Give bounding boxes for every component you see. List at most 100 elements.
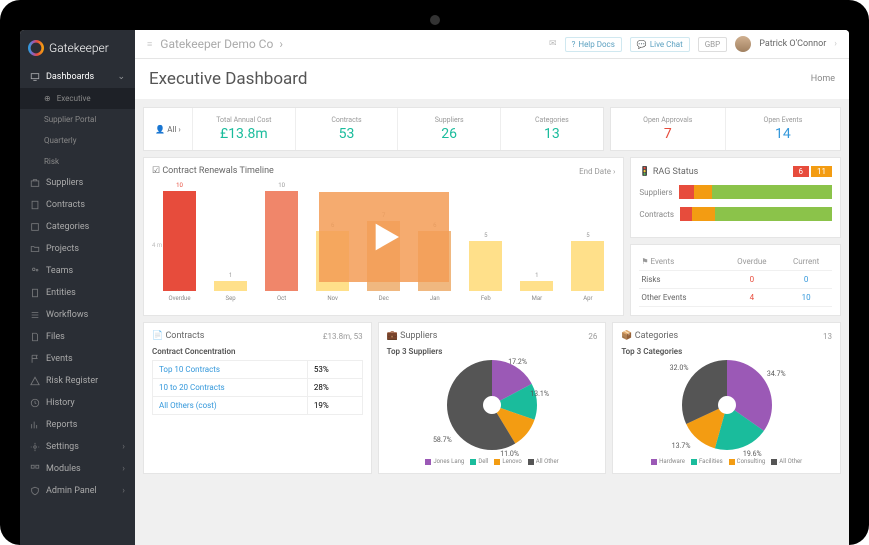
live-chat-button[interactable]: 💬Live Chat (630, 37, 690, 52)
user-icon: 👤 (155, 125, 165, 134)
nav-label: Projects (46, 244, 79, 254)
label: All Other (779, 458, 802, 465)
sidebar-item-executive[interactable]: ⊕Executive (20, 88, 135, 109)
sidebar-item-reports[interactable]: Reports (20, 414, 135, 436)
kpi-all-filter[interactable]: 👤 All › (144, 108, 192, 150)
sidebar-item-contracts[interactable]: Contracts (20, 194, 135, 216)
value: 53 (300, 126, 394, 142)
kpi-events[interactable]: Open Events14 (725, 108, 840, 150)
sidebar-item-risk-register[interactable]: Risk Register (20, 370, 135, 392)
workflow-icon (30, 310, 40, 320)
pie-svg (682, 360, 772, 450)
subtitle: Contract Concentration (152, 347, 363, 356)
chevron-right-icon: › (122, 442, 125, 452)
currency-selector[interactable]: GBP (698, 37, 727, 52)
sidebar-item-categories[interactable]: Categories (20, 216, 135, 238)
sidebar-item-supplier-portal[interactable]: Supplier Portal (20, 109, 135, 130)
sidebar-item-modules[interactable]: Modules› (20, 458, 135, 480)
document-icon: 📄 (152, 331, 163, 341)
table-row[interactable]: Top 10 Contracts53% (153, 361, 363, 379)
user-name[interactable]: Patrick O'Connor (759, 39, 826, 49)
mail-icon[interactable]: ✉ (549, 39, 557, 49)
chevron-right-icon: › (279, 37, 283, 51)
cell: Other Events (639, 289, 723, 307)
cell: 10 (780, 289, 832, 307)
chat-icon: 💬 (637, 40, 647, 49)
sidebar-item-settings[interactable]: Settings › (20, 436, 135, 458)
menu-icon[interactable]: ≡ (147, 39, 152, 50)
cell: 53% (307, 361, 362, 379)
nav-label: Categories (46, 222, 89, 232)
label: Categories (635, 331, 678, 341)
sidebar-item-dashboards[interactable]: Dashboards⌄ (20, 66, 135, 88)
y-tick: 4 m (152, 242, 162, 249)
rag-badges: 611 (793, 166, 833, 177)
help-docs-button[interactable]: ?Help Docs (565, 37, 622, 52)
table-row[interactable]: All Others (cost)19% (153, 397, 363, 415)
breadcrumb[interactable]: Gatekeeper Demo Co › (160, 37, 283, 51)
cell: 10 to 20 Contracts (153, 379, 308, 397)
pie-label: 58.7% (433, 436, 452, 444)
label: Contracts (639, 210, 674, 219)
chevron-right-icon: › (178, 125, 180, 134)
home-link[interactable]: Home (811, 74, 835, 84)
nav-label: Settings (46, 442, 79, 452)
kpi-categories[interactable]: Categories13 (500, 108, 603, 150)
pie-label: 34.7% (767, 370, 786, 378)
label: Contracts (165, 331, 204, 341)
col-current: Current (780, 253, 832, 271)
sidebar-item-teams[interactable]: Teams (20, 260, 135, 282)
pie: 34.7% 19.6% 13.7% 32.0% (682, 360, 772, 454)
label: End Date (579, 167, 611, 176)
table-row[interactable]: 10 to 20 Contracts28% (153, 379, 363, 397)
panel-title: 💼 Suppliers (387, 331, 438, 341)
page-title: Executive Dashboard (149, 69, 308, 89)
breadcrumb-company: Gatekeeper Demo Co (160, 37, 273, 51)
rag-column: 🚦 RAG Status611 Suppliers Contracts ⚑ Ev… (630, 157, 841, 316)
avatar[interactable] (735, 36, 751, 52)
play-icon (364, 217, 404, 257)
events-table: ⚑ EventsOverdueCurrent Risks00 Other Eve… (639, 253, 832, 307)
subtitle: Top 3 Suppliers (387, 347, 598, 356)
sidebar-item-admin[interactable]: Admin Panel› (20, 480, 135, 502)
enddate-selector[interactable]: End Date › (579, 167, 615, 176)
panel-title: 🚦 RAG Status (639, 167, 698, 177)
clock-icon (30, 398, 40, 408)
kpi-contracts[interactable]: Contracts53 (295, 108, 398, 150)
briefcase-icon (30, 178, 40, 188)
topbar: ≡ Gatekeeper Demo Co › ✉ ?Help Docs 💬Live… (135, 30, 849, 59)
folder-icon (30, 244, 40, 254)
legend-item: Lenovo (494, 458, 521, 465)
sidebar: Gatekeeper Dashboards⌄ ⊕Executive Suppli… (20, 30, 135, 545)
users-icon (30, 266, 40, 276)
label: RAG Status (653, 167, 698, 177)
label: Contract Renewals Timeline (162, 166, 274, 176)
kpi-suppliers[interactable]: Suppliers26 (397, 108, 500, 150)
table-row: Other Events410 (639, 289, 832, 307)
building-icon (30, 288, 40, 298)
cell: Top 10 Contracts (153, 361, 308, 379)
sidebar-item-history[interactable]: History (20, 392, 135, 414)
play-button[interactable] (319, 192, 449, 282)
nav-label: Teams (46, 266, 73, 276)
sidebar-item-suppliers[interactable]: Suppliers (20, 172, 135, 194)
sidebar-item-projects[interactable]: Projects (20, 238, 135, 260)
kpi-total-cost[interactable]: Total Annual Cost£13.8m (192, 108, 295, 150)
cell: All Others (cost) (153, 397, 308, 415)
legend-item: Facilities (691, 458, 723, 465)
sidebar-item-quarterly[interactable]: Quarterly (20, 130, 135, 151)
label: Help Docs (578, 40, 615, 49)
nav-label: History (46, 398, 75, 408)
pie-label: 17.2% (508, 358, 527, 366)
kpi-approvals[interactable]: Open Approvals7 (611, 108, 725, 150)
rag-bar (679, 185, 833, 199)
sidebar-item-workflows[interactable]: Workflows (20, 304, 135, 326)
value: £13.8m (197, 126, 291, 142)
cell: 0 (723, 271, 780, 289)
sidebar-item-events[interactable]: Events (20, 348, 135, 370)
sidebar-item-entities[interactable]: Entities (20, 282, 135, 304)
sidebar-item-risk[interactable]: Risk (20, 151, 135, 172)
nav-label: Modules (46, 464, 81, 474)
sidebar-item-files[interactable]: Files (20, 326, 135, 348)
cell: 28% (307, 379, 362, 397)
